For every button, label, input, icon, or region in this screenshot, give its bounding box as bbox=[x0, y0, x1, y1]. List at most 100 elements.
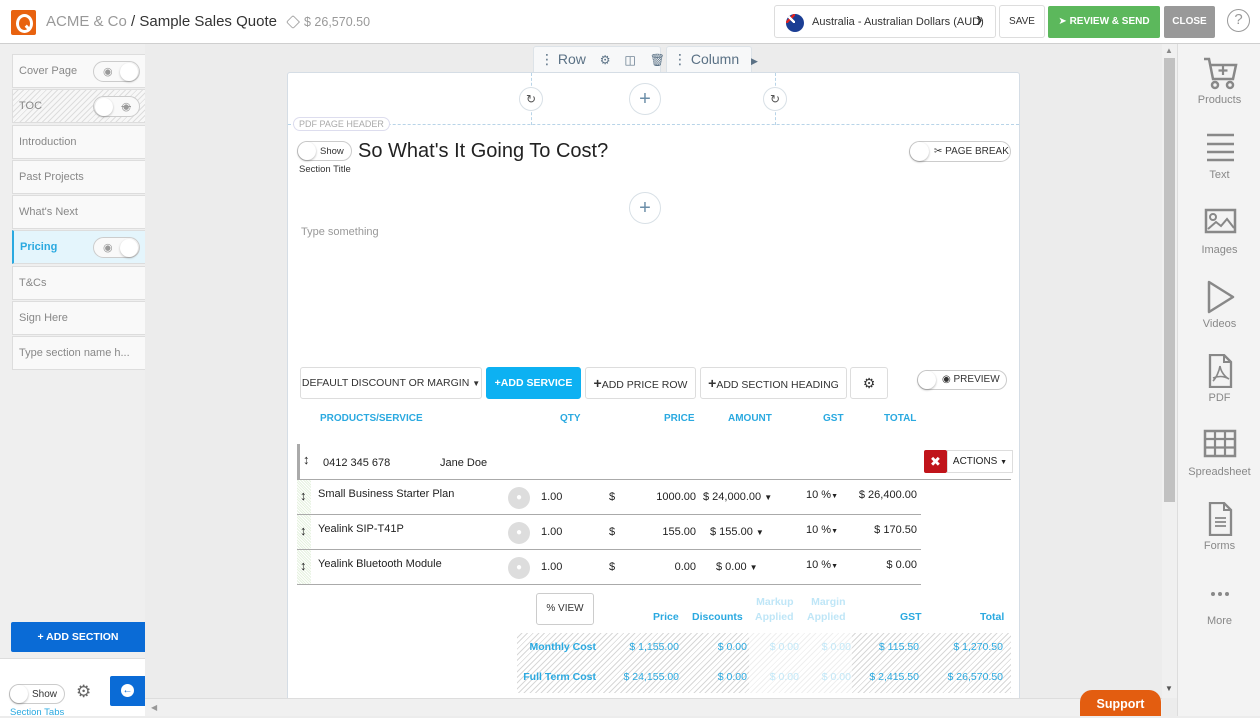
product-name[interactable]: Yealink SIP-T41P bbox=[318, 523, 404, 535]
product-name[interactable]: Small Business Starter Plan bbox=[318, 488, 454, 500]
contact-phone[interactable]: 0412 345 678 bbox=[323, 457, 390, 469]
horizontal-scrollbar[interactable]: ◀ bbox=[145, 698, 1162, 716]
block-more[interactable]: More bbox=[1178, 577, 1260, 627]
comment-icon[interactable]: ● bbox=[508, 487, 530, 509]
comment-icon[interactable]: ● bbox=[508, 522, 530, 544]
price[interactable]: 0.00 bbox=[675, 561, 696, 573]
review-send-button[interactable]: ➤ REVIEW & SEND bbox=[1048, 6, 1160, 38]
comment-icon[interactable]: ● bbox=[508, 557, 530, 579]
contact-row: ↕ 0412 345 678 Jane Doe ✖ ACTIONS ▼ bbox=[297, 444, 1013, 480]
drag-handle-icon[interactable]: ↕ bbox=[300, 488, 307, 503]
section-item-whats-next[interactable]: What's Next bbox=[12, 195, 145, 230]
default-discount-dropdown[interactable]: DEFAULT DISCOUNT OR MARGIN ▼ bbox=[300, 367, 482, 399]
drag-handle-icon[interactable]: ⋮ bbox=[673, 51, 687, 67]
row-toolbar[interactable]: ⋮ Row ⚙ ◫ 🗑 bbox=[533, 46, 665, 72]
chevron-down-icon: ▼ bbox=[831, 528, 839, 535]
drag-handle-icon[interactable]: ↕ bbox=[300, 558, 307, 573]
qty[interactable]: 1.00 bbox=[541, 561, 562, 573]
block-products[interactable]: Products bbox=[1178, 56, 1260, 106]
block-videos[interactable]: Videos bbox=[1178, 280, 1260, 330]
chevron-down-icon: ▼ bbox=[749, 563, 758, 572]
row-settings-icon[interactable]: ⚙ bbox=[600, 53, 611, 67]
scrollbar-thumb[interactable] bbox=[1164, 58, 1175, 502]
block-images[interactable]: Images bbox=[1178, 206, 1260, 256]
save-button[interactable]: SAVE bbox=[999, 5, 1045, 38]
vertical-scrollbar[interactable]: ▲ ▼ bbox=[1162, 44, 1177, 698]
company-name[interactable]: ACME & Co bbox=[46, 13, 127, 30]
section-heading[interactable]: So What's It Going To Cost? bbox=[358, 140, 608, 163]
product-name[interactable]: Yealink Bluetooth Module bbox=[318, 558, 442, 570]
gst-dropdown[interactable]: 10 %▼ bbox=[806, 524, 838, 536]
page-break-toggle[interactable]: ✂ PAGE BREAK bbox=[909, 141, 1011, 162]
visibility-toggle[interactable]: ◉ bbox=[93, 61, 140, 82]
drag-handle-icon[interactable]: ↕ bbox=[303, 452, 310, 467]
settings-gears-icon[interactable]: ⚙ bbox=[76, 682, 91, 702]
add-service-button[interactable]: +ADD SERVICE bbox=[486, 367, 581, 399]
block-pdf[interactable]: PDF bbox=[1178, 354, 1260, 404]
help-icon[interactable]: ? bbox=[1227, 9, 1250, 32]
text-block-input[interactable]: Type something bbox=[301, 226, 379, 238]
app-logo[interactable] bbox=[11, 10, 36, 35]
actions-dropdown[interactable]: ACTIONS ▼ bbox=[947, 450, 1013, 473]
section-title-toggle[interactable]: Show bbox=[297, 141, 352, 161]
pricing-settings-button[interactable]: ⚙ bbox=[850, 367, 888, 399]
section-item-cover-page[interactable]: Cover Page ◉ bbox=[12, 54, 145, 88]
new-section-name-input[interactable]: Type section name h... bbox=[12, 336, 145, 371]
columns-layout-icon[interactable]: ◫ bbox=[624, 53, 635, 67]
scroll-left-icon[interactable]: ◀ bbox=[151, 703, 157, 712]
plus-icon: + bbox=[593, 375, 602, 391]
drag-handle-icon[interactable]: ⋮ bbox=[540, 51, 554, 67]
add-block-button[interactable]: + bbox=[629, 83, 661, 115]
australia-flag-icon bbox=[786, 14, 804, 32]
block-spreadsheet[interactable]: Spreadsheet bbox=[1178, 428, 1260, 478]
section-item-tcs[interactable]: T&Cs bbox=[12, 265, 145, 300]
add-price-row-button[interactable]: +ADD PRICE ROW bbox=[585, 367, 696, 399]
paper-plane-icon: ➤ bbox=[1058, 16, 1070, 27]
delete-table-button[interactable]: ✖ bbox=[924, 450, 947, 473]
add-section-heading-button[interactable]: +ADD SECTION HEADING bbox=[700, 367, 847, 399]
refresh-icon[interactable]: ↻ bbox=[519, 87, 543, 111]
pdf-page-header-label: PDF PAGE HEADER bbox=[293, 117, 390, 131]
gst-dropdown[interactable]: 10 %▼ bbox=[806, 489, 838, 501]
col-header-gst: GST bbox=[823, 413, 844, 424]
eye-icon: ◉ bbox=[103, 66, 113, 78]
section-tabs-toggle[interactable]: Show bbox=[9, 684, 65, 704]
column-toolbar[interactable]: ⋮ Column ▶ bbox=[666, 46, 758, 72]
qty[interactable]: 1.00 bbox=[541, 491, 562, 503]
document-title[interactable]: Sample Sales Quote bbox=[139, 13, 277, 30]
amount-dropdown[interactable]: $ 0.00 ▼ bbox=[716, 561, 758, 573]
add-block-button[interactable]: + bbox=[629, 192, 661, 224]
collapse-sidebar-button[interactable]: ← bbox=[110, 676, 145, 706]
visibility-toggle[interactable]: ◉ bbox=[93, 96, 140, 118]
eye-icon: ◉ bbox=[103, 242, 113, 255]
amount-dropdown[interactable]: $ 24,000.00 ▼ bbox=[703, 491, 772, 503]
section-title-label: Section Title bbox=[299, 164, 351, 175]
block-text[interactable]: Text bbox=[1178, 131, 1260, 181]
preview-toggle[interactable]: ◉ PREVIEW bbox=[917, 370, 1007, 390]
price[interactable]: 1000.00 bbox=[656, 491, 696, 503]
section-item-past-projects[interactable]: Past Projects bbox=[12, 159, 145, 194]
visibility-toggle[interactable]: ◉ bbox=[93, 237, 140, 259]
scroll-up-icon[interactable]: ▲ bbox=[1165, 46, 1173, 55]
section-item-introduction[interactable]: Introduction bbox=[12, 124, 145, 159]
section-item-toc[interactable]: TOC ◉ bbox=[12, 89, 145, 124]
refresh-icon[interactable]: ↻ bbox=[763, 87, 787, 111]
amount-dropdown[interactable]: $ 155.00 ▼ bbox=[710, 526, 764, 538]
qty[interactable]: 1.00 bbox=[541, 526, 562, 538]
support-button[interactable]: Support bbox=[1080, 690, 1161, 716]
close-button[interactable]: CLOSE bbox=[1164, 6, 1215, 38]
drag-handle-icon[interactable]: ↕ bbox=[300, 523, 307, 538]
cost-summary: Monthly Cost $ 1,155.00 $ 0.00 $ 0.00 $ … bbox=[517, 633, 1011, 693]
percent-view-button[interactable]: % VIEW bbox=[536, 593, 594, 625]
section-item-pricing[interactable]: Pricing ◉ bbox=[12, 230, 145, 265]
section-item-sign-here[interactable]: Sign Here bbox=[12, 301, 145, 336]
scroll-down-icon[interactable]: ▼ bbox=[1165, 684, 1173, 693]
add-section-button[interactable]: + ADD SECTION bbox=[11, 622, 145, 652]
caret-right-icon[interactable]: ▶ bbox=[751, 56, 758, 66]
contact-name[interactable]: Jane Doe bbox=[440, 457, 487, 469]
block-forms[interactable]: Forms bbox=[1178, 502, 1260, 552]
gst-dropdown[interactable]: 10 %▼ bbox=[806, 559, 838, 571]
trash-icon[interactable]: 🗑 bbox=[650, 53, 665, 67]
price[interactable]: 155.00 bbox=[662, 526, 696, 538]
currency-select[interactable]: Australia - Australian Dollars (AUD) ❯ bbox=[774, 5, 996, 38]
